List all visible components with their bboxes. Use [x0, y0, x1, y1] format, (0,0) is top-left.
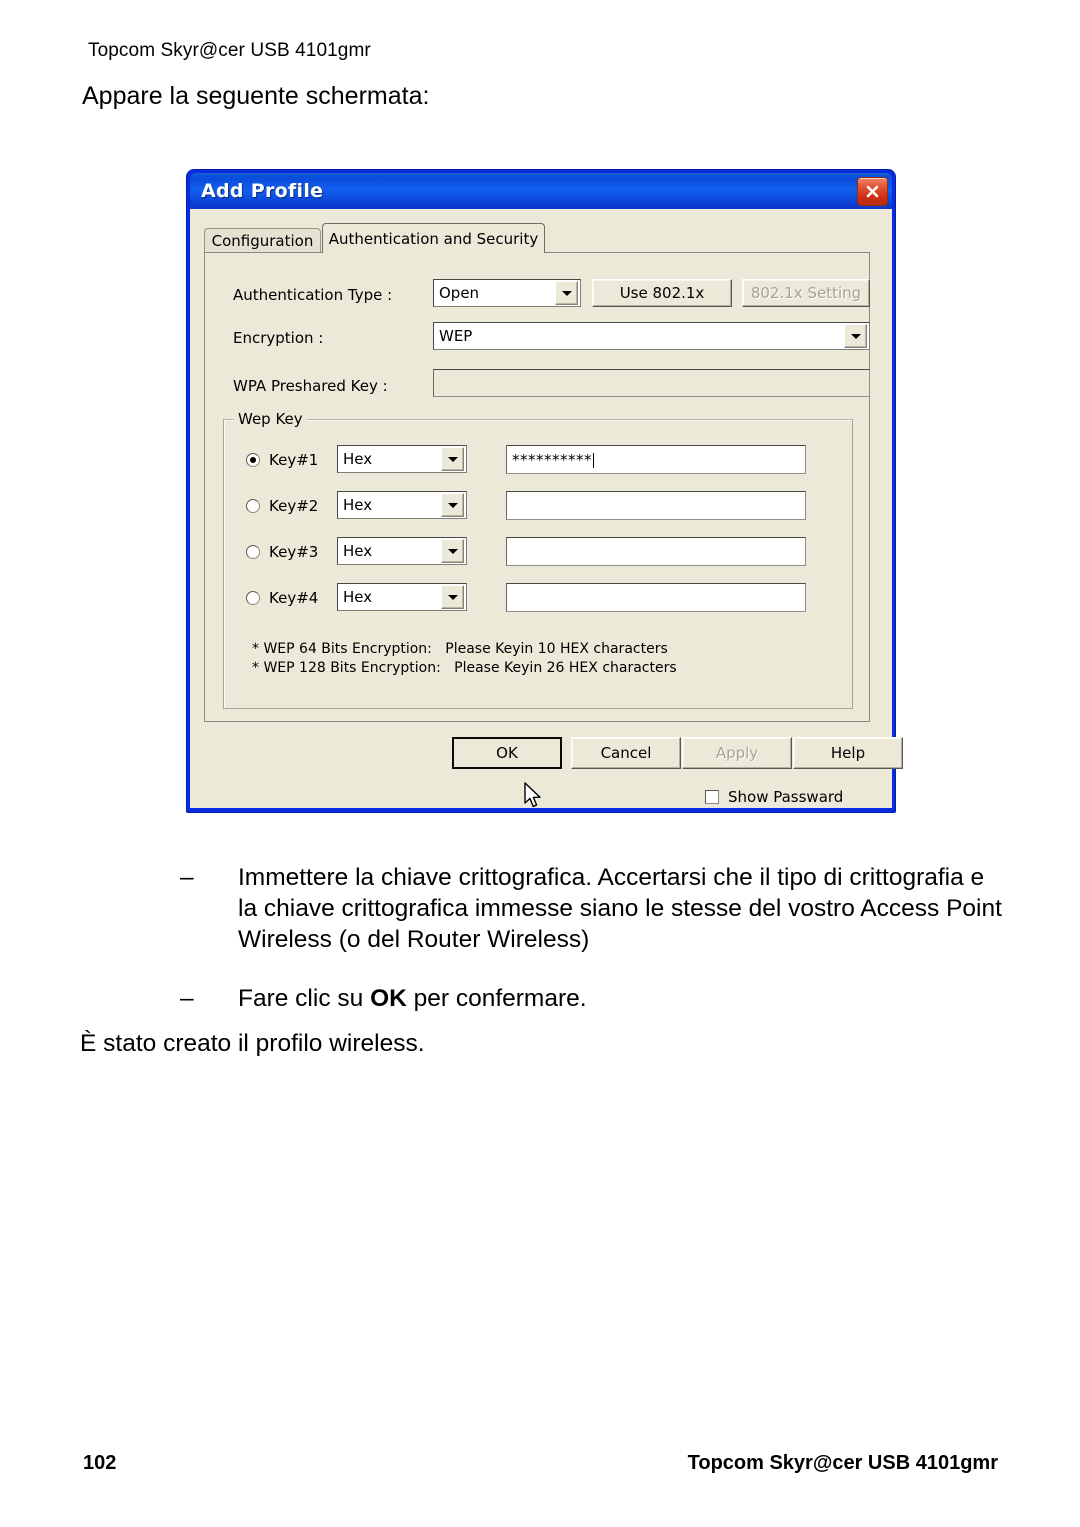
wep-key-radio-2[interactable]: Key#2	[246, 497, 318, 515]
authentication-type-value: Open	[439, 284, 480, 302]
chevron-down-icon[interactable]	[441, 539, 464, 563]
wep-key-input-2[interactable]	[506, 491, 806, 520]
wep-key-format-value-3: Hex	[343, 542, 373, 560]
list-item-emphasis: OK	[370, 985, 407, 1012]
wep-key-format-value-1: Hex	[343, 450, 373, 468]
dialog-titlebar[interactable]: Add Profile	[190, 173, 892, 209]
use-8021x-label: Use 802.1x	[619, 284, 705, 302]
footer-page-number: 102	[83, 1452, 117, 1474]
tab-authentication-and-security-label: Authentication and Security	[328, 229, 539, 248]
wep-key-format-select-2[interactable]: Hex	[337, 491, 467, 519]
wep-key-format-select-4[interactable]: Hex	[337, 583, 467, 611]
close-icon[interactable]	[857, 177, 888, 206]
cancel-button[interactable]: Cancel	[571, 737, 681, 769]
footer-title: Topcom Skyr@cer USB 4101gmr	[687, 1452, 998, 1474]
closing-paragraph: È stato creato il profilo wireless.	[80, 1030, 425, 1057]
encryption-value: WEP	[439, 327, 473, 345]
dialog-title: Add Profile	[201, 180, 324, 202]
wep-key-group: Wep Key Key#1 Hex ********** Key#2 Hex K…	[223, 410, 853, 709]
encryption-label: Encryption :	[233, 329, 324, 347]
wep-note-line-1: * WEP 64 Bits Encryption: Please Keyin 1…	[252, 641, 668, 657]
chevron-down-icon[interactable]	[844, 324, 867, 348]
wep-key-format-select-3[interactable]: Hex	[337, 537, 467, 565]
running-header: Topcom Skyr@cer USB 4101gmr	[88, 40, 371, 61]
chevron-down-icon[interactable]	[441, 585, 464, 609]
tab-panel: Authentication Type : Open Use 802.1x 80…	[204, 252, 870, 806]
tab-authentication-and-security[interactable]: Authentication and Security	[322, 223, 545, 253]
radio-dot-icon	[246, 499, 260, 513]
wep-key-input-1[interactable]: **********	[506, 445, 806, 474]
help-button[interactable]: Help	[793, 737, 903, 769]
text-caret	[593, 452, 594, 468]
checkbox-box-icon	[705, 790, 719, 804]
wep-key-label-4: Key#4	[269, 589, 319, 607]
wep-key-format-value-4: Hex	[343, 588, 373, 606]
cancel-button-label: Cancel	[600, 744, 652, 762]
wep-key-input-4[interactable]	[506, 583, 806, 612]
8021x-setting-button: 802.1x Setting	[742, 279, 870, 307]
ok-button-label: OK	[496, 744, 518, 762]
radio-dot-icon	[246, 453, 260, 467]
wep-key-format-value-2: Hex	[343, 496, 373, 514]
wep-key-label-3: Key#3	[269, 543, 319, 561]
help-button-label: Help	[830, 744, 866, 762]
wep-key-radio-3[interactable]: Key#3	[246, 543, 318, 561]
list-item-text-after: per confermare.	[406, 985, 587, 1012]
dialog-body: Configuration Authentication and Securit…	[190, 209, 903, 808]
document-page: Topcom Skyr@cer USB 4101gmr Appare la se…	[0, 0, 1080, 1527]
wep-key-label-2: Key#2	[269, 497, 319, 515]
wep-key-input-3[interactable]	[506, 537, 806, 566]
chevron-down-icon[interactable]	[441, 447, 464, 471]
tab-configuration[interactable]: Configuration	[204, 228, 321, 253]
tab-strip: Configuration Authentication and Securit…	[204, 223, 878, 253]
wep-key-radio-4[interactable]: Key#4	[246, 589, 318, 607]
encryption-select[interactable]: WEP	[433, 322, 870, 350]
authentication-type-label: Authentication Type :	[233, 286, 393, 304]
wep-key-value-1: **********	[512, 450, 592, 469]
use-8021x-button[interactable]: Use 802.1x	[592, 279, 732, 307]
wep-note-line-2: * WEP 128 Bits Encryption: Please Keyin …	[252, 660, 677, 676]
wep-key-format-select-1[interactable]: Hex	[337, 445, 467, 473]
lead-paragraph: Appare la seguente schermata:	[82, 82, 430, 110]
show-password-label: Show Passward	[728, 788, 844, 806]
wep-key-label-1: Key#1	[269, 451, 319, 469]
list-item: – Immettere la chiave crittografica. Acc…	[180, 862, 1010, 955]
instruction-list: – Immettere la chiave crittografica. Acc…	[180, 862, 1010, 1038]
mouse-cursor-icon	[524, 782, 544, 812]
8021x-setting-label: 802.1x Setting	[750, 284, 862, 302]
wep-key-group-legend: Wep Key	[234, 410, 307, 428]
add-profile-dialog: Add Profile Configuration Authentication…	[186, 169, 903, 813]
apply-button-label: Apply	[715, 744, 759, 762]
apply-button: Apply	[682, 737, 792, 769]
list-item: – Fare clic su OK per confermare.	[180, 983, 1010, 1014]
tab-configuration-label: Configuration	[211, 232, 314, 250]
list-marker: –	[180, 985, 194, 1012]
authentication-type-select[interactable]: Open	[433, 279, 581, 307]
ok-button[interactable]: OK	[452, 737, 562, 769]
wep-key-radio-1[interactable]: Key#1	[246, 451, 318, 469]
chevron-down-icon[interactable]	[555, 281, 578, 305]
chevron-down-icon[interactable]	[441, 493, 464, 517]
wpa-preshared-key-input	[433, 369, 870, 397]
wpa-preshared-key-label: WPA Preshared Key :	[233, 377, 388, 395]
show-password-checkbox[interactable]: Show Passward	[705, 788, 843, 806]
radio-dot-icon	[246, 591, 260, 605]
list-item-text: Immettere la chiave crittografica. Accer…	[238, 864, 1002, 953]
list-marker: –	[180, 864, 194, 891]
list-item-text-before: Fare clic su	[238, 985, 371, 1012]
radio-dot-icon	[246, 545, 260, 559]
